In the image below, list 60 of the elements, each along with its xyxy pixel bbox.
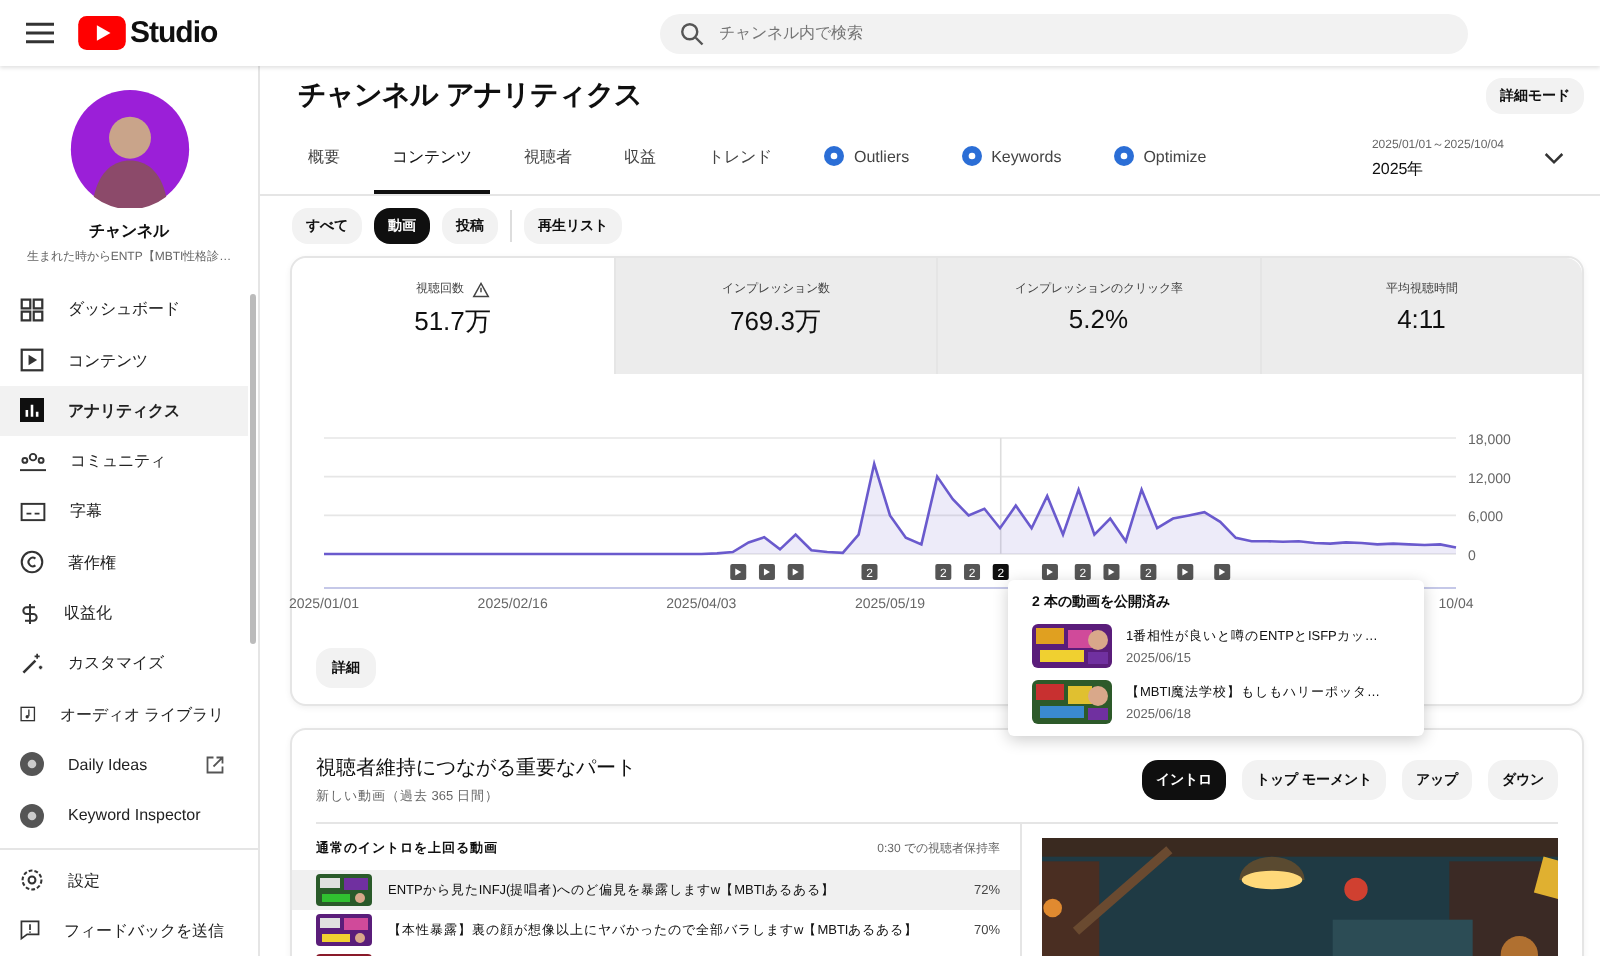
- video-marker[interactable]: [1177, 564, 1194, 580]
- metric-value: 769.3万: [729, 304, 822, 340]
- video-marker[interactable]: [1103, 564, 1120, 580]
- sidebar-item[interactable]: 著作権: [0, 537, 248, 588]
- tab[interactable]: 視聴者: [506, 122, 590, 194]
- metric-value: 51.7万: [414, 304, 491, 340]
- logo-text: Studio: [130, 16, 218, 50]
- extension-icon: [20, 803, 44, 828]
- tab[interactable]: Outliers: [806, 122, 928, 194]
- play-square-icon: [20, 348, 44, 373]
- copyright-icon: [20, 550, 44, 575]
- feedback-icon: [20, 918, 40, 943]
- sidebar-item[interactable]: コンテンツ: [0, 334, 248, 386]
- sidebar-item[interactable]: ダッシュボード: [0, 284, 248, 335]
- people-icon: [20, 451, 46, 472]
- menu-icon[interactable]: [26, 22, 54, 44]
- video-marker[interactable]: [1041, 564, 1058, 580]
- extension-icon: [961, 146, 982, 166]
- extension-icon: [20, 752, 44, 777]
- scrollbar[interactable]: [250, 294, 256, 645]
- sidebar-item[interactable]: コミュニティ: [0, 436, 248, 487]
- tab[interactable]: Keywords: [943, 122, 1080, 194]
- sidebar-item[interactable]: 字幕: [0, 486, 248, 538]
- tab[interactable]: 概要: [290, 122, 358, 194]
- sidebar-item[interactable]: フィードバックを送信: [0, 905, 248, 956]
- search-field[interactable]: チャンネル内で検索: [659, 13, 1468, 53]
- magic-wand-icon: [20, 651, 44, 676]
- avatar: [67, 90, 191, 209]
- sidebar-item[interactable]: アナリティクス: [0, 385, 248, 437]
- extension-icon: [1113, 146, 1134, 166]
- metric-value: 5.2%: [1068, 304, 1129, 334]
- video-marker[interactable]: [730, 564, 747, 580]
- metric-value: 4:11: [1397, 304, 1446, 334]
- search-icon: [679, 21, 704, 45]
- video-marker[interactable]: [758, 564, 775, 580]
- tab[interactable]: コンテンツ: [374, 122, 490, 194]
- bar-chart-icon: [20, 398, 44, 423]
- dashboard-icon: [20, 297, 44, 322]
- dollar-icon: [20, 601, 40, 626]
- chevron-down-icon[interactable]: [1544, 151, 1564, 165]
- sidebar-item[interactable]: Keyword Inspector: [0, 790, 248, 841]
- sidebar-item[interactable]: 設定: [0, 854, 248, 906]
- section-title: 視聴者維持につながる重要なパート: [316, 755, 636, 782]
- settings-icon: [20, 868, 44, 893]
- sidebar-item[interactable]: カスタマイズ: [0, 638, 248, 690]
- sidebar-item[interactable]: 収益化: [0, 587, 248, 639]
- subtitles-icon: [20, 501, 46, 522]
- sidebar-item[interactable]: Daily Ideas: [0, 739, 248, 791]
- play-logo-icon: [78, 16, 126, 50]
- tab[interactable]: トレンド: [690, 122, 790, 194]
- video-marker[interactable]: [1214, 564, 1231, 580]
- tab[interactable]: 収益: [606, 122, 674, 194]
- external-link-icon[interactable]: [206, 755, 224, 774]
- sidebar-item[interactable]: オーディオ ライブラリ: [0, 689, 248, 740]
- music-note-icon: [20, 702, 36, 727]
- video-marker[interactable]: [787, 564, 804, 580]
- extension-icon: [824, 146, 844, 166]
- tab[interactable]: Optimize: [1095, 122, 1225, 194]
- page-title: チャンネル アナリティクス: [298, 77, 642, 113]
- channel-name: チャンネル: [89, 220, 169, 243]
